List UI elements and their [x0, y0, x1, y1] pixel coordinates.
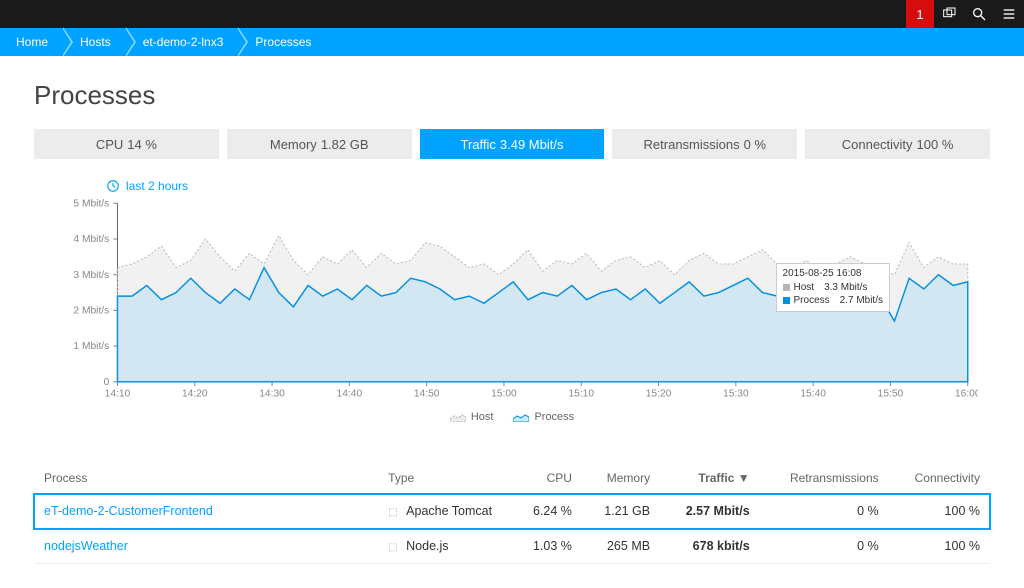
- legend-process[interactable]: Process: [513, 411, 574, 423]
- legend-host[interactable]: Host: [450, 411, 494, 423]
- svg-text:0: 0: [104, 377, 110, 388]
- col-connectivity[interactable]: Connectivity: [889, 463, 990, 494]
- col-memory[interactable]: Memory: [582, 463, 660, 494]
- tooltip-host-swatch: [783, 284, 790, 291]
- svg-text:15:10: 15:10: [568, 388, 594, 399]
- breadcrumb-home[interactable]: Home: [4, 28, 62, 56]
- svg-text:14:20: 14:20: [182, 388, 208, 399]
- tooltip-timestamp: 2015-08-25 16:08: [783, 267, 883, 281]
- timeframe-label: last 2 hours: [126, 179, 188, 193]
- tab-retransmissions[interactable]: Retransmissions0 %: [612, 129, 797, 159]
- chart-legend: Host Process: [46, 411, 978, 423]
- timeframe-selector[interactable]: last 2 hours: [106, 179, 978, 193]
- chart-card: last 2 hours 0 1 Mbit/s 2 Mbit/s 3 Mbit/s 4 …: [34, 171, 990, 429]
- cell-connectivity: 100 %: [889, 494, 990, 529]
- cell-cpu: 6.24 %: [512, 494, 582, 529]
- legend-process-swatch: [513, 413, 529, 422]
- tab-connectivity[interactable]: Connectivity100 %: [805, 129, 990, 159]
- svg-text:16:00: 16:00: [955, 388, 978, 399]
- cell-process[interactable]: nodejsWeather: [34, 529, 378, 564]
- svg-text:15:40: 15:40: [800, 388, 826, 399]
- svg-text:2 Mbit/s: 2 Mbit/s: [73, 305, 109, 316]
- alert-badge[interactable]: 1: [906, 0, 934, 28]
- type-icon: ⬚: [388, 507, 400, 518]
- cell-memory: 1.21 GB: [582, 494, 660, 529]
- plot-area[interactable]: 0 1 Mbit/s 2 Mbit/s 3 Mbit/s 4 Mbit/s 5 Mbit/…: [56, 197, 978, 407]
- tooltip-row-process: Process 2.7 Mbit/s: [783, 294, 883, 308]
- page-body: Processes CPU14 % Memory1.82 GB Traffic3.4…: [0, 56, 1024, 588]
- col-type[interactable]: Type: [378, 463, 512, 494]
- type-icon: ⬚: [388, 542, 400, 553]
- svg-text:14:30: 14:30: [259, 388, 285, 399]
- process-table-wrap: Process Type CPU Memory Traffic ▼ Retran…: [34, 463, 990, 564]
- cell-connectivity: 100 %: [889, 529, 990, 564]
- breadcrumb-processes[interactable]: Processes: [237, 28, 325, 56]
- svg-text:3 Mbit/s: 3 Mbit/s: [73, 270, 109, 281]
- tooltip-row-host: Host 3.3 Mbit/s: [783, 281, 883, 295]
- chart-tooltip: 2015-08-25 16:08 Host 3.3 Mbit/s Process…: [776, 263, 890, 312]
- metric-tabs: CPU14 % Memory1.82 GB Traffic3.49 Mbit/sRe…: [34, 129, 990, 159]
- breadcrumb-host[interactable]: et-demo-2-lnx3: [125, 28, 238, 56]
- share-icon[interactable]: [934, 0, 964, 28]
- topbar: 1: [0, 0, 1024, 28]
- tooltip-process-swatch: [783, 297, 790, 304]
- col-retransmissions[interactable]: Retransmissions: [760, 463, 889, 494]
- menu-icon[interactable]: [994, 0, 1024, 28]
- svg-text:15:50: 15:50: [878, 388, 904, 399]
- tab-cpu[interactable]: CPU14 %: [34, 129, 219, 159]
- legend-host-swatch: [450, 413, 466, 422]
- page-title: Processes: [34, 80, 990, 111]
- cell-type: ⬚Apache Tomcat: [378, 494, 512, 529]
- svg-text:1 Mbit/s: 1 Mbit/s: [73, 341, 109, 352]
- svg-text:14:10: 14:10: [105, 388, 131, 399]
- tab-traffic[interactable]: Traffic3.49 Mbit/s: [420, 129, 605, 159]
- cell-cpu: 1.03 %: [512, 529, 582, 564]
- cell-memory: 265 MB: [582, 529, 660, 564]
- svg-text:4 Mbit/s: 4 Mbit/s: [73, 234, 109, 245]
- cell-traffic: 2.57 Mbit/s: [660, 494, 760, 529]
- cell-retransmissions: 0 %: [760, 494, 889, 529]
- svg-text:5 Mbit/s: 5 Mbit/s: [73, 198, 109, 209]
- svg-text:15:20: 15:20: [646, 388, 672, 399]
- cell-retransmissions: 0 %: [760, 529, 889, 564]
- cell-process[interactable]: eT-demo-2-CustomerFrontend: [34, 494, 378, 529]
- col-cpu[interactable]: CPU: [512, 463, 582, 494]
- cell-traffic: 678 kbit/s: [660, 529, 760, 564]
- table-row[interactable]: eT-demo-2-CustomerFrontend⬚Apache Tomcat…: [34, 494, 990, 529]
- table-row[interactable]: nodejsWeather⬚Node.js1.03 %265 MB678 kbi…: [34, 529, 990, 564]
- svg-text:14:40: 14:40: [337, 388, 363, 399]
- col-traffic[interactable]: Traffic ▼: [660, 463, 760, 494]
- search-icon[interactable]: [964, 0, 994, 28]
- svg-text:15:30: 15:30: [723, 388, 749, 399]
- tab-memory[interactable]: Memory1.82 GB: [227, 129, 412, 159]
- cell-type: ⬚Node.js: [378, 529, 512, 564]
- col-process[interactable]: Process: [34, 463, 378, 494]
- process-table: Process Type CPU Memory Traffic ▼ Retran…: [34, 463, 990, 564]
- svg-text:14:50: 14:50: [414, 388, 440, 399]
- clock-icon: [106, 179, 120, 193]
- svg-text:15:00: 15:00: [491, 388, 517, 399]
- breadcrumb: Home Hosts et-demo-2-lnx3 Processes: [0, 28, 1024, 56]
